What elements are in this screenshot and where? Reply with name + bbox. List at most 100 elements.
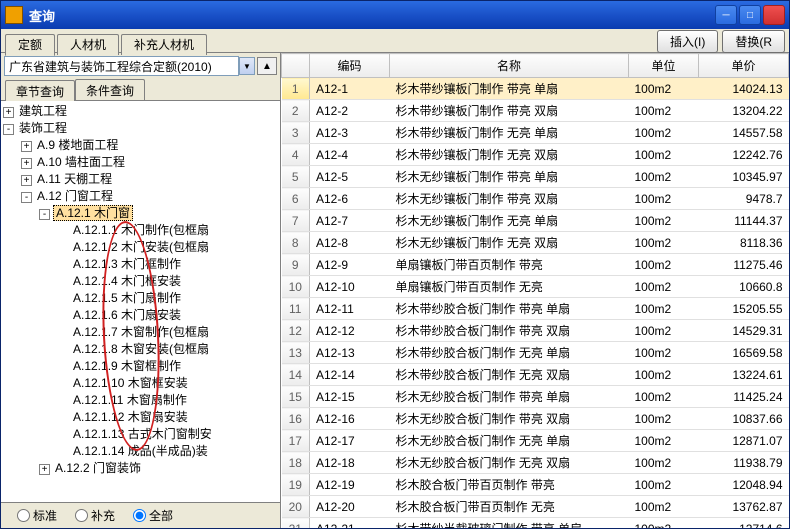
tree-node[interactable]: A.12.1.9 木窗框制作	[57, 358, 278, 375]
tree-label[interactable]: A.12.1.3 木门框制作	[71, 257, 183, 271]
collapse-icon[interactable]: -	[21, 192, 32, 203]
rownum-cell: 7	[282, 210, 310, 232]
expand-icon[interactable]: +	[21, 158, 32, 169]
table-row[interactable]: 7A12-7杉木无纱镶板门制作 无亮 单扇100m211144.37	[282, 210, 789, 232]
tree-node[interactable]: A.12.1.13 古式木门窗制安	[57, 426, 278, 443]
table-row[interactable]: 15A12-15杉木无纱胶合板门制作 带亮 单扇100m211425.24	[282, 386, 789, 408]
tree-node[interactable]: +建筑工程	[3, 103, 278, 120]
tree-label[interactable]: 建筑工程	[17, 104, 69, 118]
tree-node[interactable]: A.12.1.3 木门框制作	[57, 256, 278, 273]
table-row[interactable]: 1A12-1杉木带纱镶板门制作 带亮 单扇100m214024.13	[282, 78, 789, 100]
main-tab-2[interactable]: 补充人材机	[121, 34, 207, 55]
minimize-button[interactable]: ─	[715, 5, 737, 25]
quota-select-arrow[interactable]: ▼	[239, 57, 255, 75]
expand-icon[interactable]: +	[21, 141, 32, 152]
replace-button[interactable]: 替换(R	[722, 30, 785, 53]
subtab-0[interactable]: 章节查询	[5, 80, 75, 101]
subtab-1[interactable]: 条件查询	[75, 79, 145, 100]
tree-node[interactable]: A.12.1.1 木门制作(包框扇	[57, 222, 278, 239]
tree-label[interactable]: A.9 楼地面工程	[35, 138, 120, 152]
table-row[interactable]: 18A12-18杉木无纱胶合板门制作 无亮 双扇100m211938.79	[282, 452, 789, 474]
filter-radio-0[interactable]: 标准	[17, 507, 57, 524]
tree-node[interactable]: A.12.1.5 木门扇制作	[57, 290, 278, 307]
tree-label[interactable]: A.12.1 木门窗	[53, 205, 133, 221]
collapse-icon[interactable]: -	[3, 124, 14, 135]
table-row[interactable]: 20A12-20杉木胶合板门带百页制作 无亮100m213762.87	[282, 496, 789, 518]
tree-node[interactable]: +A.12.2 门窗装饰	[39, 460, 278, 477]
filter-radio-2[interactable]: 全部	[133, 507, 173, 524]
main-tab-1[interactable]: 人材机	[57, 34, 119, 55]
tree-node[interactable]: A.12.1.12 木窗扇安装	[57, 409, 278, 426]
tree-label[interactable]: A.12.1.7 木窗制作(包框扇	[71, 325, 211, 339]
table-row[interactable]: 16A12-16杉木无纱胶合板门制作 带亮 双扇100m210837.66	[282, 408, 789, 430]
col-header-2[interactable]: 单位	[629, 54, 699, 78]
cell-price: 10660.8	[699, 276, 789, 298]
tree-node[interactable]: +A.9 楼地面工程	[21, 137, 278, 154]
cell-price: 12242.76	[699, 144, 789, 166]
cell-code: A12-19	[310, 474, 390, 496]
quota-select[interactable]: 广东省建筑与装饰工程综合定额(2010)	[4, 56, 239, 76]
expand-icon[interactable]: +	[39, 464, 50, 475]
tree-label[interactable]: A.12.1.1 木门制作(包框扇	[71, 223, 211, 237]
tree-node[interactable]: A.12.1.7 木窗制作(包框扇	[57, 324, 278, 341]
main-tab-0[interactable]: 定额	[5, 34, 55, 56]
table-row[interactable]: 6A12-6杉木无纱镶板门制作 带亮 双扇100m29478.7	[282, 188, 789, 210]
tree-node[interactable]: A.12.1.4 木门框安装	[57, 273, 278, 290]
table-row[interactable]: 14A12-14杉木带纱胶合板门制作 无亮 双扇100m213224.61	[282, 364, 789, 386]
tree-label[interactable]: A.12.1.11 木窗扇制作	[71, 393, 189, 407]
tree-label[interactable]: A.12.1.5 木门扇制作	[71, 291, 183, 305]
col-header-1[interactable]: 名称	[390, 54, 629, 78]
table-row[interactable]: 2A12-2杉木带纱镶板门制作 带亮 双扇100m213204.22	[282, 100, 789, 122]
tree-node[interactable]: A.12.1.8 木窗安装(包框扇	[57, 341, 278, 358]
nav-up-button[interactable]: ▲	[257, 57, 277, 75]
table-row[interactable]: 19A12-19杉木胶合板门带百页制作 带亮100m212048.94	[282, 474, 789, 496]
tree-label[interactable]: A.12.1.4 木门框安装	[71, 274, 183, 288]
tree-node[interactable]: A.12.1.2 木门安装(包框扇	[57, 239, 278, 256]
table-row[interactable]: 8A12-8杉木无纱镶板门制作 无亮 双扇100m28118.36	[282, 232, 789, 254]
filter-radio-1[interactable]: 补充	[75, 507, 115, 524]
tree-node[interactable]: A.12.1.10 木窗框安装	[57, 375, 278, 392]
tree-container[interactable]: +建筑工程-装饰工程+A.9 楼地面工程+A.10 墙柱面工程+A.11 天棚工…	[1, 101, 280, 502]
tree-label[interactable]: A.12.1.2 木门安装(包框扇	[71, 240, 211, 254]
close-button[interactable]	[763, 5, 785, 25]
expand-icon[interactable]: +	[3, 107, 14, 118]
tree-label[interactable]: A.12.2 门窗装饰	[53, 461, 143, 475]
tree-label[interactable]: A.10 墙柱面工程	[35, 155, 127, 169]
collapse-icon[interactable]: -	[39, 209, 50, 220]
table-row[interactable]: 4A12-4杉木带纱镶板门制作 无亮 双扇100m212242.76	[282, 144, 789, 166]
tree-node[interactable]: A.12.1.14 成品(半成品)装	[57, 443, 278, 460]
tree-node[interactable]: +A.10 墙柱面工程	[21, 154, 278, 171]
tree-label[interactable]: A.11 天棚工程	[35, 172, 114, 186]
expand-icon[interactable]: +	[21, 175, 32, 186]
tree-node[interactable]: -装饰工程	[3, 120, 278, 137]
tree-label[interactable]: A.12.1.8 木窗安装(包框扇	[71, 342, 211, 356]
table-row[interactable]: 3A12-3杉木带纱镶板门制作 无亮 单扇100m214557.58	[282, 122, 789, 144]
table-row[interactable]: 21A12-21杉木带纱半截玻璃门制作 带亮 单扇100m212714.6	[282, 518, 789, 529]
insert-button[interactable]: 插入(I)	[657, 30, 718, 53]
col-header-3[interactable]: 单价	[699, 54, 789, 78]
tree-label[interactable]: A.12.1.6 木门扇安装	[71, 308, 183, 322]
tree-label[interactable]: A.12.1.9 木窗框制作	[71, 359, 183, 373]
table-row[interactable]: 13A12-13杉木带纱胶合板门制作 无亮 单扇100m216569.58	[282, 342, 789, 364]
tree-label[interactable]: A.12.1.14 成品(半成品)装	[71, 444, 210, 458]
table-row[interactable]: 17A12-17杉木无纱胶合板门制作 无亮 单扇100m212871.07	[282, 430, 789, 452]
tree-node[interactable]: A.12.1.11 木窗扇制作	[57, 392, 278, 409]
table-row[interactable]: 10A12-10单扇镶板门带百页制作 无亮100m210660.8	[282, 276, 789, 298]
maximize-button[interactable]: □	[739, 5, 761, 25]
titlebar[interactable]: 查询 ─ □	[1, 1, 789, 29]
tree-node[interactable]: -A.12 门窗工程	[21, 188, 278, 205]
tree-label[interactable]: 装饰工程	[17, 121, 69, 135]
tree-node[interactable]: +A.11 天棚工程	[21, 171, 278, 188]
table-row[interactable]: 12A12-12杉木带纱胶合板门制作 带亮 双扇100m214529.31	[282, 320, 789, 342]
table-row[interactable]: 5A12-5杉木无纱镶板门制作 带亮 单扇100m210345.97	[282, 166, 789, 188]
tree-label[interactable]: A.12.1.13 古式木门窗制安	[71, 427, 214, 441]
col-header-0[interactable]: 编码	[310, 54, 390, 78]
tree-node[interactable]: A.12.1.6 木门扇安装	[57, 307, 278, 324]
results-grid[interactable]: 编码名称单位单价1A12-1杉木带纱镶板门制作 带亮 单扇100m214024.…	[281, 53, 789, 528]
table-row[interactable]: 11A12-11杉木带纱胶合板门制作 带亮 单扇100m215205.55	[282, 298, 789, 320]
tree-label[interactable]: A.12.1.12 木窗扇安装	[71, 410, 190, 424]
tree-label[interactable]: A.12.1.10 木窗框安装	[71, 376, 190, 390]
tree-label[interactable]: A.12 门窗工程	[35, 189, 115, 203]
tree-node[interactable]: -A.12.1 木门窗	[39, 205, 278, 222]
table-row[interactable]: 9A12-9单扇镶板门带百页制作 带亮100m211275.46	[282, 254, 789, 276]
